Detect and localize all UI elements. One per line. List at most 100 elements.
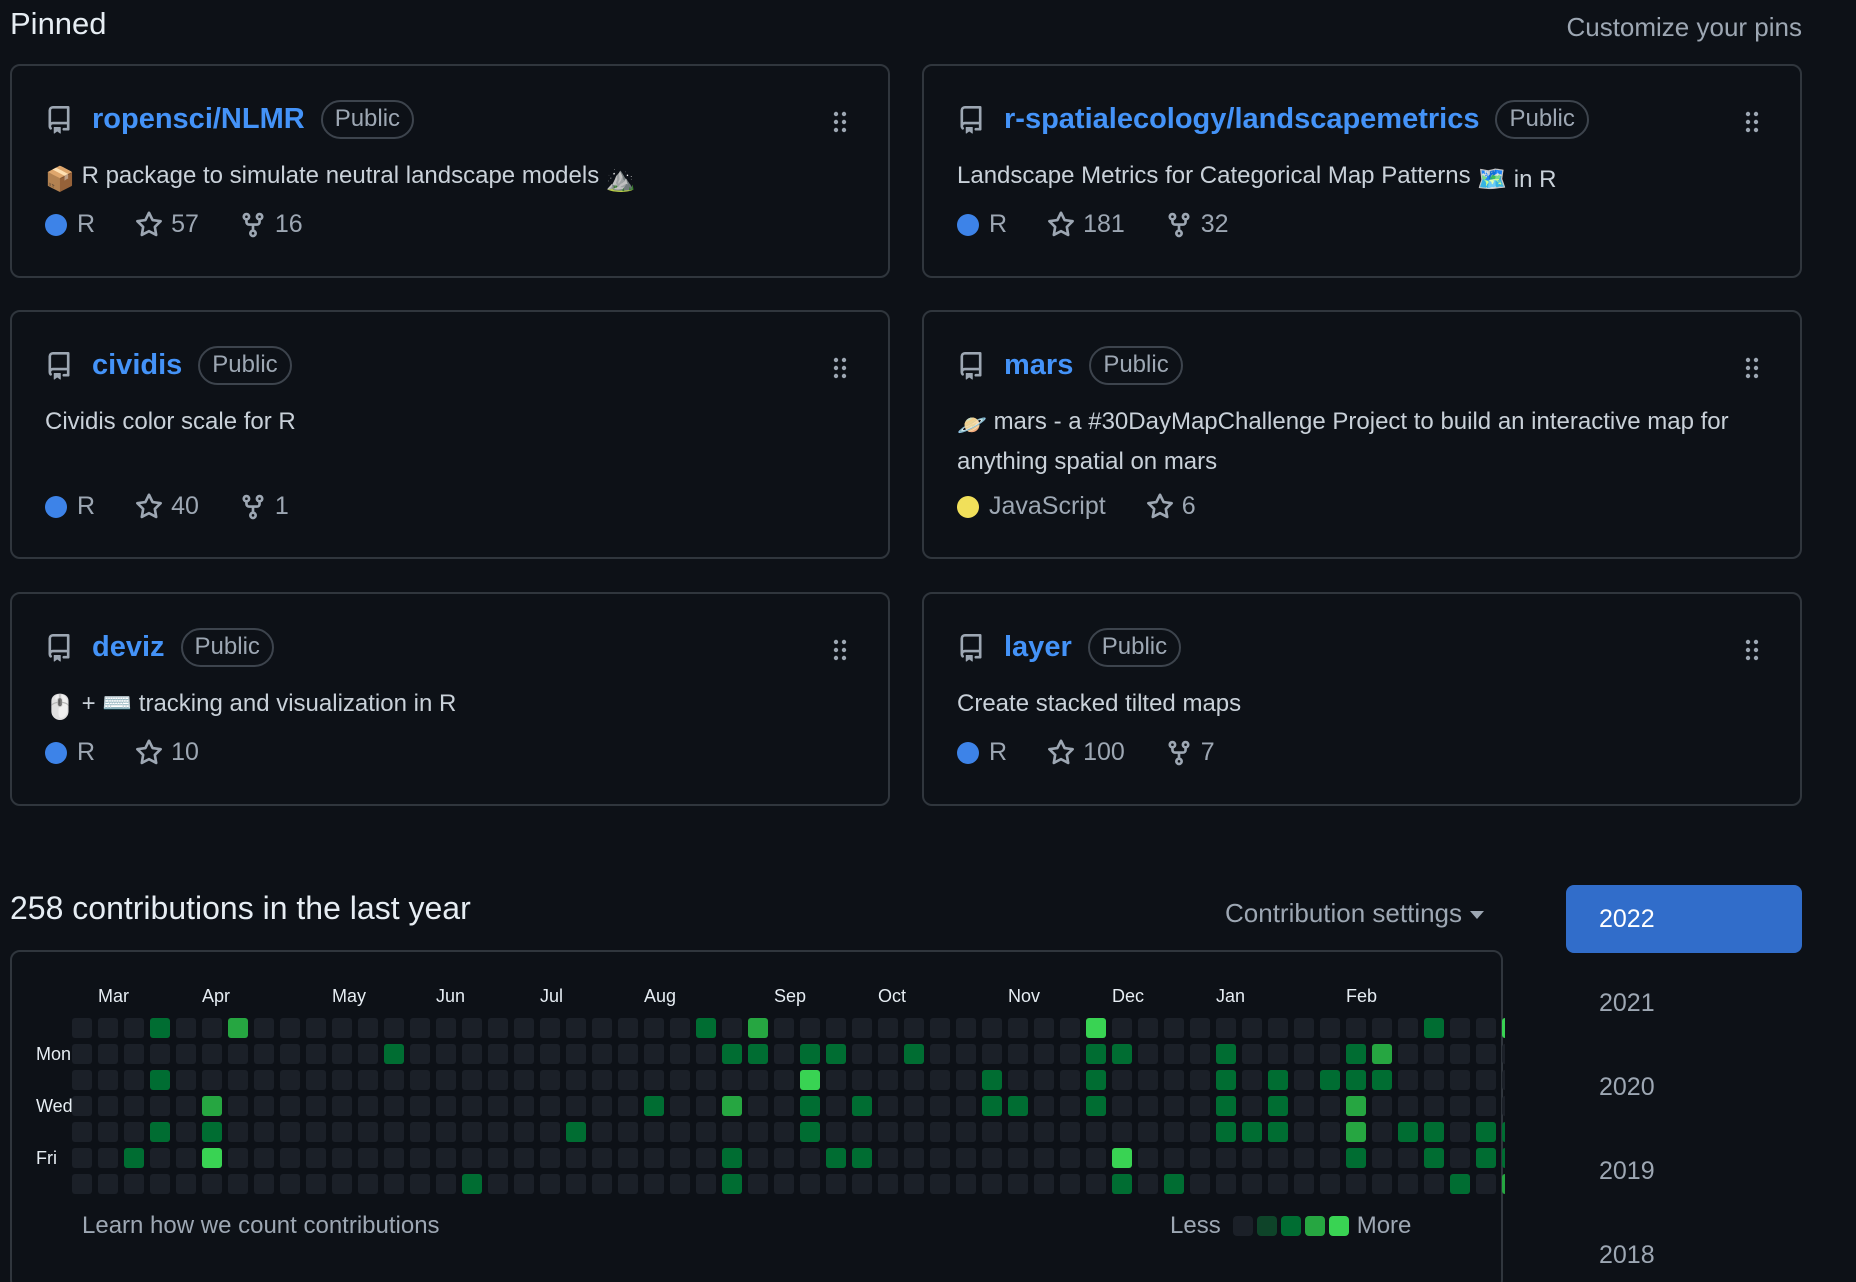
contribution-day[interactable]	[254, 1018, 274, 1038]
contribution-day[interactable]	[1346, 1174, 1366, 1194]
contribution-day[interactable]	[800, 1096, 820, 1116]
contribution-day[interactable]	[1476, 1070, 1496, 1090]
forks-link[interactable]: 7	[1165, 738, 1215, 767]
contribution-day[interactable]	[1372, 1018, 1392, 1038]
contribution-day[interactable]	[1320, 1018, 1340, 1038]
contribution-day[interactable]	[956, 1122, 976, 1142]
contribution-day[interactable]	[592, 1122, 612, 1142]
contribution-day[interactable]	[618, 1018, 638, 1038]
contribution-day[interactable]	[280, 1148, 300, 1168]
contribution-day[interactable]	[124, 1148, 144, 1168]
contribution-day[interactable]	[618, 1096, 638, 1116]
contribution-day[interactable]	[202, 1018, 222, 1038]
contribution-day[interactable]	[774, 1174, 794, 1194]
contribution-day[interactable]	[1034, 1122, 1054, 1142]
contribution-day[interactable]	[644, 1070, 664, 1090]
contribution-day[interactable]	[1268, 1018, 1288, 1038]
contribution-day[interactable]	[800, 1044, 820, 1064]
contribution-day[interactable]	[1424, 1122, 1444, 1142]
stars-link[interactable]: 57	[135, 210, 199, 239]
contribution-day[interactable]	[670, 1148, 690, 1168]
contribution-day[interactable]	[202, 1122, 222, 1142]
contribution-day[interactable]	[540, 1174, 560, 1194]
contribution-day[interactable]	[1320, 1174, 1340, 1194]
contribution-day[interactable]	[1294, 1174, 1314, 1194]
contribution-day[interactable]	[202, 1070, 222, 1090]
contribution-day[interactable]	[748, 1148, 768, 1168]
contribution-day[interactable]	[410, 1070, 430, 1090]
contribution-day[interactable]	[98, 1096, 118, 1116]
contribution-day[interactable]	[1346, 1044, 1366, 1064]
contribution-day[interactable]	[566, 1148, 586, 1168]
contribution-day[interactable]	[852, 1174, 872, 1194]
contribution-day[interactable]	[436, 1122, 456, 1142]
contribution-day[interactable]	[904, 1070, 924, 1090]
contribution-day[interactable]	[644, 1148, 664, 1168]
contribution-day[interactable]	[748, 1174, 768, 1194]
contribution-day[interactable]	[488, 1096, 508, 1116]
contribution-day[interactable]	[852, 1070, 872, 1090]
contribution-day[interactable]	[774, 1148, 794, 1168]
contribution-day[interactable]	[1190, 1148, 1210, 1168]
contribution-day[interactable]	[1086, 1148, 1106, 1168]
contribution-day[interactable]	[514, 1044, 534, 1064]
contribution-day[interactable]	[98, 1174, 118, 1194]
contribution-day[interactable]	[1450, 1174, 1470, 1194]
contribution-day[interactable]	[1242, 1018, 1262, 1038]
contribution-day[interactable]	[826, 1148, 846, 1168]
contribution-day[interactable]	[878, 1148, 898, 1168]
contribution-day[interactable]	[1034, 1044, 1054, 1064]
contribution-day[interactable]	[1294, 1018, 1314, 1038]
contribution-day[interactable]	[332, 1018, 352, 1038]
contribution-day[interactable]	[1164, 1122, 1184, 1142]
contribution-day[interactable]	[254, 1122, 274, 1142]
contribution-day[interactable]	[644, 1122, 664, 1142]
contribution-settings-dropdown[interactable]: Contribution settings	[1225, 898, 1485, 929]
contribution-day[interactable]	[1476, 1096, 1496, 1116]
contribution-day[interactable]	[462, 1174, 482, 1194]
contribution-day[interactable]	[852, 1148, 872, 1168]
contribution-day[interactable]	[98, 1070, 118, 1090]
contribution-day[interactable]	[618, 1148, 638, 1168]
contribution-day[interactable]	[1450, 1044, 1470, 1064]
contribution-day[interactable]	[1398, 1148, 1418, 1168]
contribution-day[interactable]	[826, 1044, 846, 1064]
contribution-day[interactable]	[98, 1044, 118, 1064]
contribution-day[interactable]	[644, 1096, 664, 1116]
contribution-day[interactable]	[332, 1070, 352, 1090]
contribution-day[interactable]	[878, 1122, 898, 1142]
contribution-day[interactable]	[878, 1070, 898, 1090]
contribution-day[interactable]	[72, 1122, 92, 1142]
contribution-day[interactable]	[1138, 1018, 1158, 1038]
contribution-day[interactable]	[1008, 1122, 1028, 1142]
contribution-day[interactable]	[852, 1096, 872, 1116]
contribution-day[interactable]	[1216, 1174, 1236, 1194]
contribution-day[interactable]	[1398, 1122, 1418, 1142]
contribution-day[interactable]	[618, 1070, 638, 1090]
contribution-day[interactable]	[826, 1018, 846, 1038]
contribution-day[interactable]	[1346, 1148, 1366, 1168]
contribution-day[interactable]	[618, 1044, 638, 1064]
contribution-day[interactable]	[1242, 1122, 1262, 1142]
contribution-day[interactable]	[566, 1018, 586, 1038]
stars-link[interactable]: 181	[1047, 210, 1125, 239]
contribution-day[interactable]	[774, 1044, 794, 1064]
contribution-day[interactable]	[1190, 1174, 1210, 1194]
contribution-day[interactable]	[670, 1096, 690, 1116]
contribution-day[interactable]	[436, 1148, 456, 1168]
contribution-day[interactable]	[566, 1122, 586, 1142]
contribution-day[interactable]	[722, 1148, 742, 1168]
contribution-day[interactable]	[176, 1044, 196, 1064]
contribution-day[interactable]	[1502, 1096, 1505, 1116]
contribution-day[interactable]	[1372, 1096, 1392, 1116]
contribution-day[interactable]	[800, 1148, 820, 1168]
contribution-day[interactable]	[124, 1018, 144, 1038]
contribution-day[interactable]	[1112, 1096, 1132, 1116]
contribution-day[interactable]	[956, 1018, 976, 1038]
contribution-day[interactable]	[124, 1174, 144, 1194]
contribution-day[interactable]	[384, 1070, 404, 1090]
contribution-day[interactable]	[124, 1096, 144, 1116]
contribution-day[interactable]	[1268, 1122, 1288, 1142]
forks-link[interactable]: 16	[239, 210, 303, 239]
contribution-day[interactable]	[72, 1096, 92, 1116]
